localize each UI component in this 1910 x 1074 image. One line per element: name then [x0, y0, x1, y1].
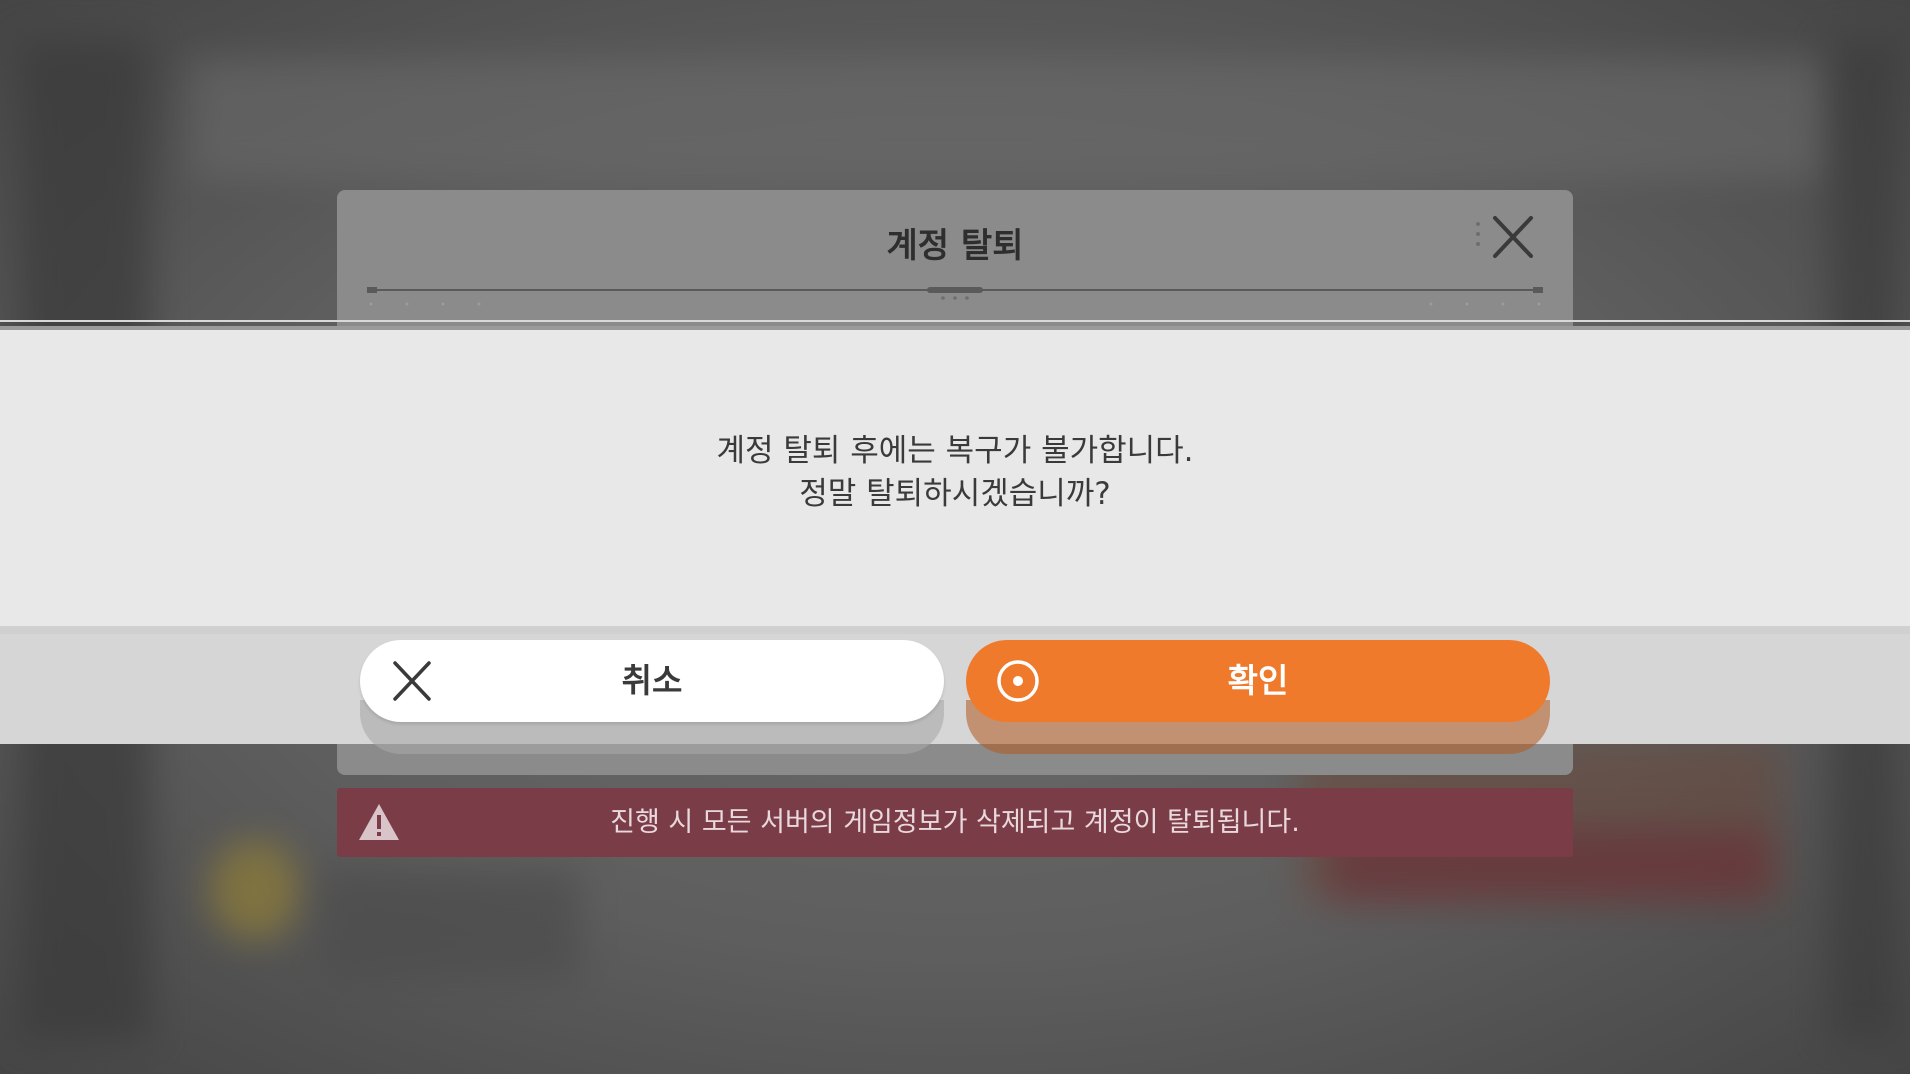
band-separator — [0, 626, 1910, 634]
decorative-dots — [1476, 222, 1480, 246]
band-lower — [0, 634, 1910, 744]
confirm-button[interactable]: 확인 — [966, 640, 1550, 722]
message-line-2: 정말 탈퇴하시겠습니까? — [799, 476, 1111, 512]
message-band — [0, 320, 1910, 744]
close-icon[interactable] — [1485, 212, 1541, 262]
warning-text: 진행 시 모든 서버의 게임정보가 삭제되고 계정이 탈퇴됩니다. — [610, 807, 1300, 838]
bg-blur-top — [190, 60, 1830, 180]
confirmation-message: 계정 탈퇴 후에는 복구가 불가합니다. 정말 탈퇴하시겠습니까? — [0, 430, 1910, 516]
band-top-line — [0, 320, 1910, 322]
confirm-button-label: 확인 — [1227, 661, 1289, 700]
bg-blur-avatar — [210, 840, 300, 940]
bg-blur-text — [320, 870, 580, 980]
message-line-1: 계정 탈퇴 후에는 복구가 불가합니다. — [716, 433, 1194, 469]
warning-bar: 진행 시 모든 서버의 게임정보가 삭제되고 계정이 탈퇴됩니다. — [337, 788, 1573, 857]
dialog-title: 계정 탈퇴 — [886, 226, 1024, 266]
cancel-button[interactable]: 취소 — [360, 640, 944, 722]
cancel-button-label: 취소 — [621, 661, 683, 700]
title-divider — [367, 287, 1543, 306]
